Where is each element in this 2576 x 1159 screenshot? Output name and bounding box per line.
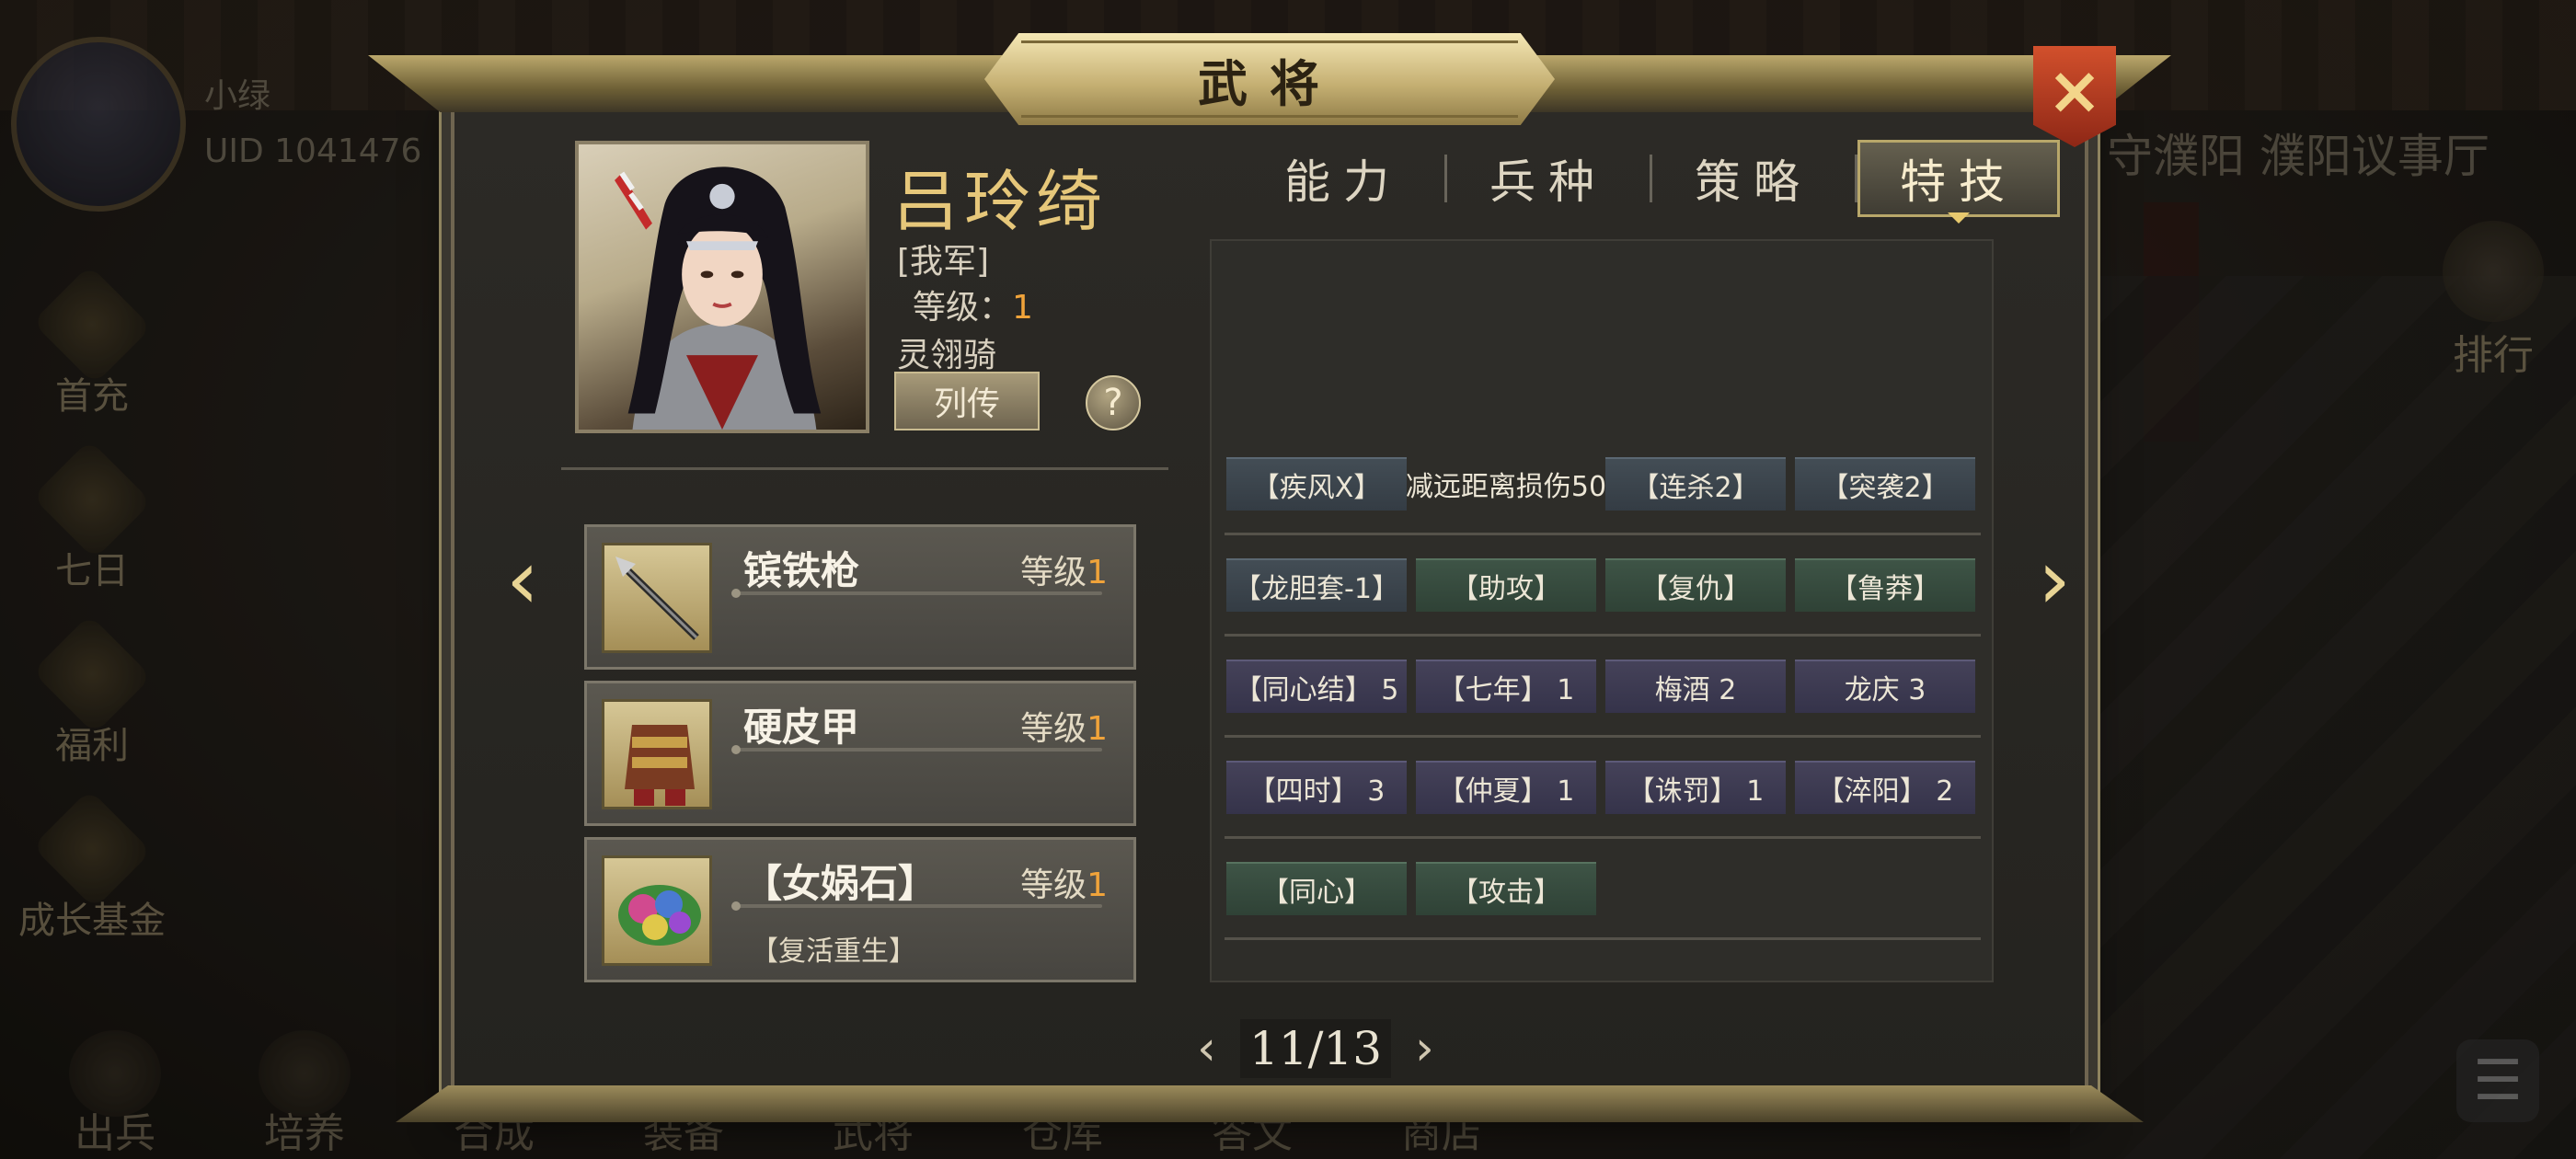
detail-tabs: 能力 兵种 策略 特技 bbox=[1242, 140, 2060, 217]
chevron-right-icon: › bbox=[2038, 531, 2071, 628]
equipment-progress-bar bbox=[731, 901, 1102, 911]
skill-row: 【同心结】 5 【七年】 1 梅酒 2 龙庆 3 bbox=[1225, 637, 1981, 738]
equipment-name: 镔铁枪 bbox=[743, 548, 860, 593]
skill-badge[interactable]: 【复仇】 bbox=[1605, 557, 1786, 612]
tab-strategy[interactable]: 策略 bbox=[1652, 140, 1855, 217]
general-dialog: 武将 × 吕玲绮 [我军] 等级：1 灵翎骑 列传 ? ‹ › 镔铁枪 等级1 … bbox=[368, 33, 2171, 1122]
skill-badge[interactable]: 【连杀2】 bbox=[1605, 456, 1786, 511]
section-divider bbox=[561, 467, 1168, 470]
equipment-name: 【女娲石】 bbox=[743, 861, 937, 906]
hero-faction: [我军] bbox=[897, 243, 990, 281]
skill-badge[interactable]: 【同心结】 5 bbox=[1226, 659, 1407, 713]
equipment-effect: 【复活重生】 bbox=[751, 935, 916, 968]
dialog-bottom-bar bbox=[396, 1085, 2144, 1122]
armor-icon bbox=[602, 699, 712, 809]
skill-row: 【龙胆套-1】 【助攻】 【复仇】 【鲁莽】 bbox=[1225, 535, 1981, 637]
skill-badge[interactable]: 【淬阳】 2 bbox=[1795, 760, 1975, 814]
equipment-level: 等级1 bbox=[1020, 866, 1108, 904]
skill-badge[interactable]: 【助攻】 bbox=[1416, 557, 1596, 612]
skill-badge[interactable]: 【疾风X】 bbox=[1226, 456, 1407, 511]
next-hero-arrow[interactable]: › bbox=[2029, 532, 2080, 628]
skill-badge[interactable]: 【七年】 1 bbox=[1416, 659, 1596, 713]
equipment-name: 硬皮甲 bbox=[743, 705, 860, 750]
biography-button[interactable]: 列传 bbox=[894, 372, 1040, 430]
hero-name: 吕玲绮 bbox=[892, 163, 1109, 240]
spear-icon bbox=[602, 543, 712, 653]
equipment-slot-treasure[interactable]: 【女娲石】 等级1 【复活重生】 bbox=[584, 837, 1136, 982]
skill-row: 【同心】 【攻击】 bbox=[1225, 839, 1981, 940]
equipment-progress-bar bbox=[731, 745, 1102, 754]
hero-level-label: 等级： bbox=[913, 289, 1013, 327]
tab-ability[interactable]: 能力 bbox=[1242, 140, 1444, 217]
skill-badge[interactable]: 【鲁莽】 bbox=[1795, 557, 1975, 612]
dialog-title-plaque: 武将 bbox=[984, 33, 1555, 125]
equipment-progress-bar bbox=[731, 589, 1102, 598]
skill-badge[interactable]: 【诛罚】 1 bbox=[1605, 760, 1786, 814]
tab-troops[interactable]: 兵种 bbox=[1447, 140, 1650, 217]
pager-next-button[interactable]: › bbox=[1415, 1021, 1434, 1076]
hero-level: 等级：1 bbox=[913, 281, 1033, 328]
hero-portrait-image bbox=[615, 166, 822, 430]
skill-badge[interactable]: 龙庆 3 bbox=[1795, 659, 1975, 713]
hero-pager: ‹ 11/13 › bbox=[1168, 1016, 1463, 1081]
hero-unit-type: 灵翎骑 bbox=[897, 337, 997, 374]
skill-badge[interactable]: 【同心】 bbox=[1226, 861, 1407, 915]
equipment-slot-weapon[interactable]: 镔铁枪 等级1 bbox=[584, 524, 1136, 670]
hero-level-value: 1 bbox=[1012, 289, 1033, 327]
skill-row: 【疾风X】 减远距离损伤50 【连杀2】 【突袭2】 bbox=[1225, 434, 1981, 535]
skill-badge[interactable]: 【仲夏】 1 bbox=[1416, 760, 1596, 814]
skill-badge[interactable]: 梅酒 2 bbox=[1605, 659, 1786, 713]
gem-icon bbox=[602, 855, 712, 966]
pager-prev-button[interactable]: ‹ bbox=[1197, 1021, 1216, 1076]
pager-count: 11/13 bbox=[1239, 1019, 1392, 1078]
equipment-slot-armor[interactable]: 硬皮甲 等级1 bbox=[584, 681, 1136, 826]
chevron-left-icon: ‹ bbox=[506, 531, 539, 628]
previous-hero-arrow[interactable]: ‹ bbox=[497, 532, 548, 628]
skill-badge[interactable]: 【龙胆套-1】 bbox=[1226, 557, 1407, 612]
help-button[interactable]: ? bbox=[1086, 375, 1141, 430]
equipment-level: 等级1 bbox=[1020, 710, 1108, 748]
skill-badge[interactable]: 【突袭2】 bbox=[1795, 456, 1975, 511]
close-icon: × bbox=[2046, 52, 2103, 129]
tab-special-skills[interactable]: 特技 bbox=[1857, 140, 2060, 217]
skill-badge[interactable]: 减远距离损伤50 bbox=[1406, 457, 1606, 511]
equipment-level: 等级1 bbox=[1020, 554, 1108, 591]
skill-row: 【四时】 3 【仲夏】 1 【诛罚】 1 【淬阳】 2 bbox=[1225, 738, 1981, 839]
dialog-title: 武将 bbox=[1198, 53, 1341, 113]
skill-badge[interactable]: 【攻击】 bbox=[1416, 861, 1596, 915]
skill-badge[interactable]: 【四时】 3 bbox=[1226, 760, 1407, 814]
hero-portrait bbox=[575, 141, 869, 433]
skills-panel: 【疾风X】 减远距离损伤50 【连杀2】 【突袭2】 【龙胆套-1】 【助攻】 … bbox=[1210, 239, 1994, 982]
